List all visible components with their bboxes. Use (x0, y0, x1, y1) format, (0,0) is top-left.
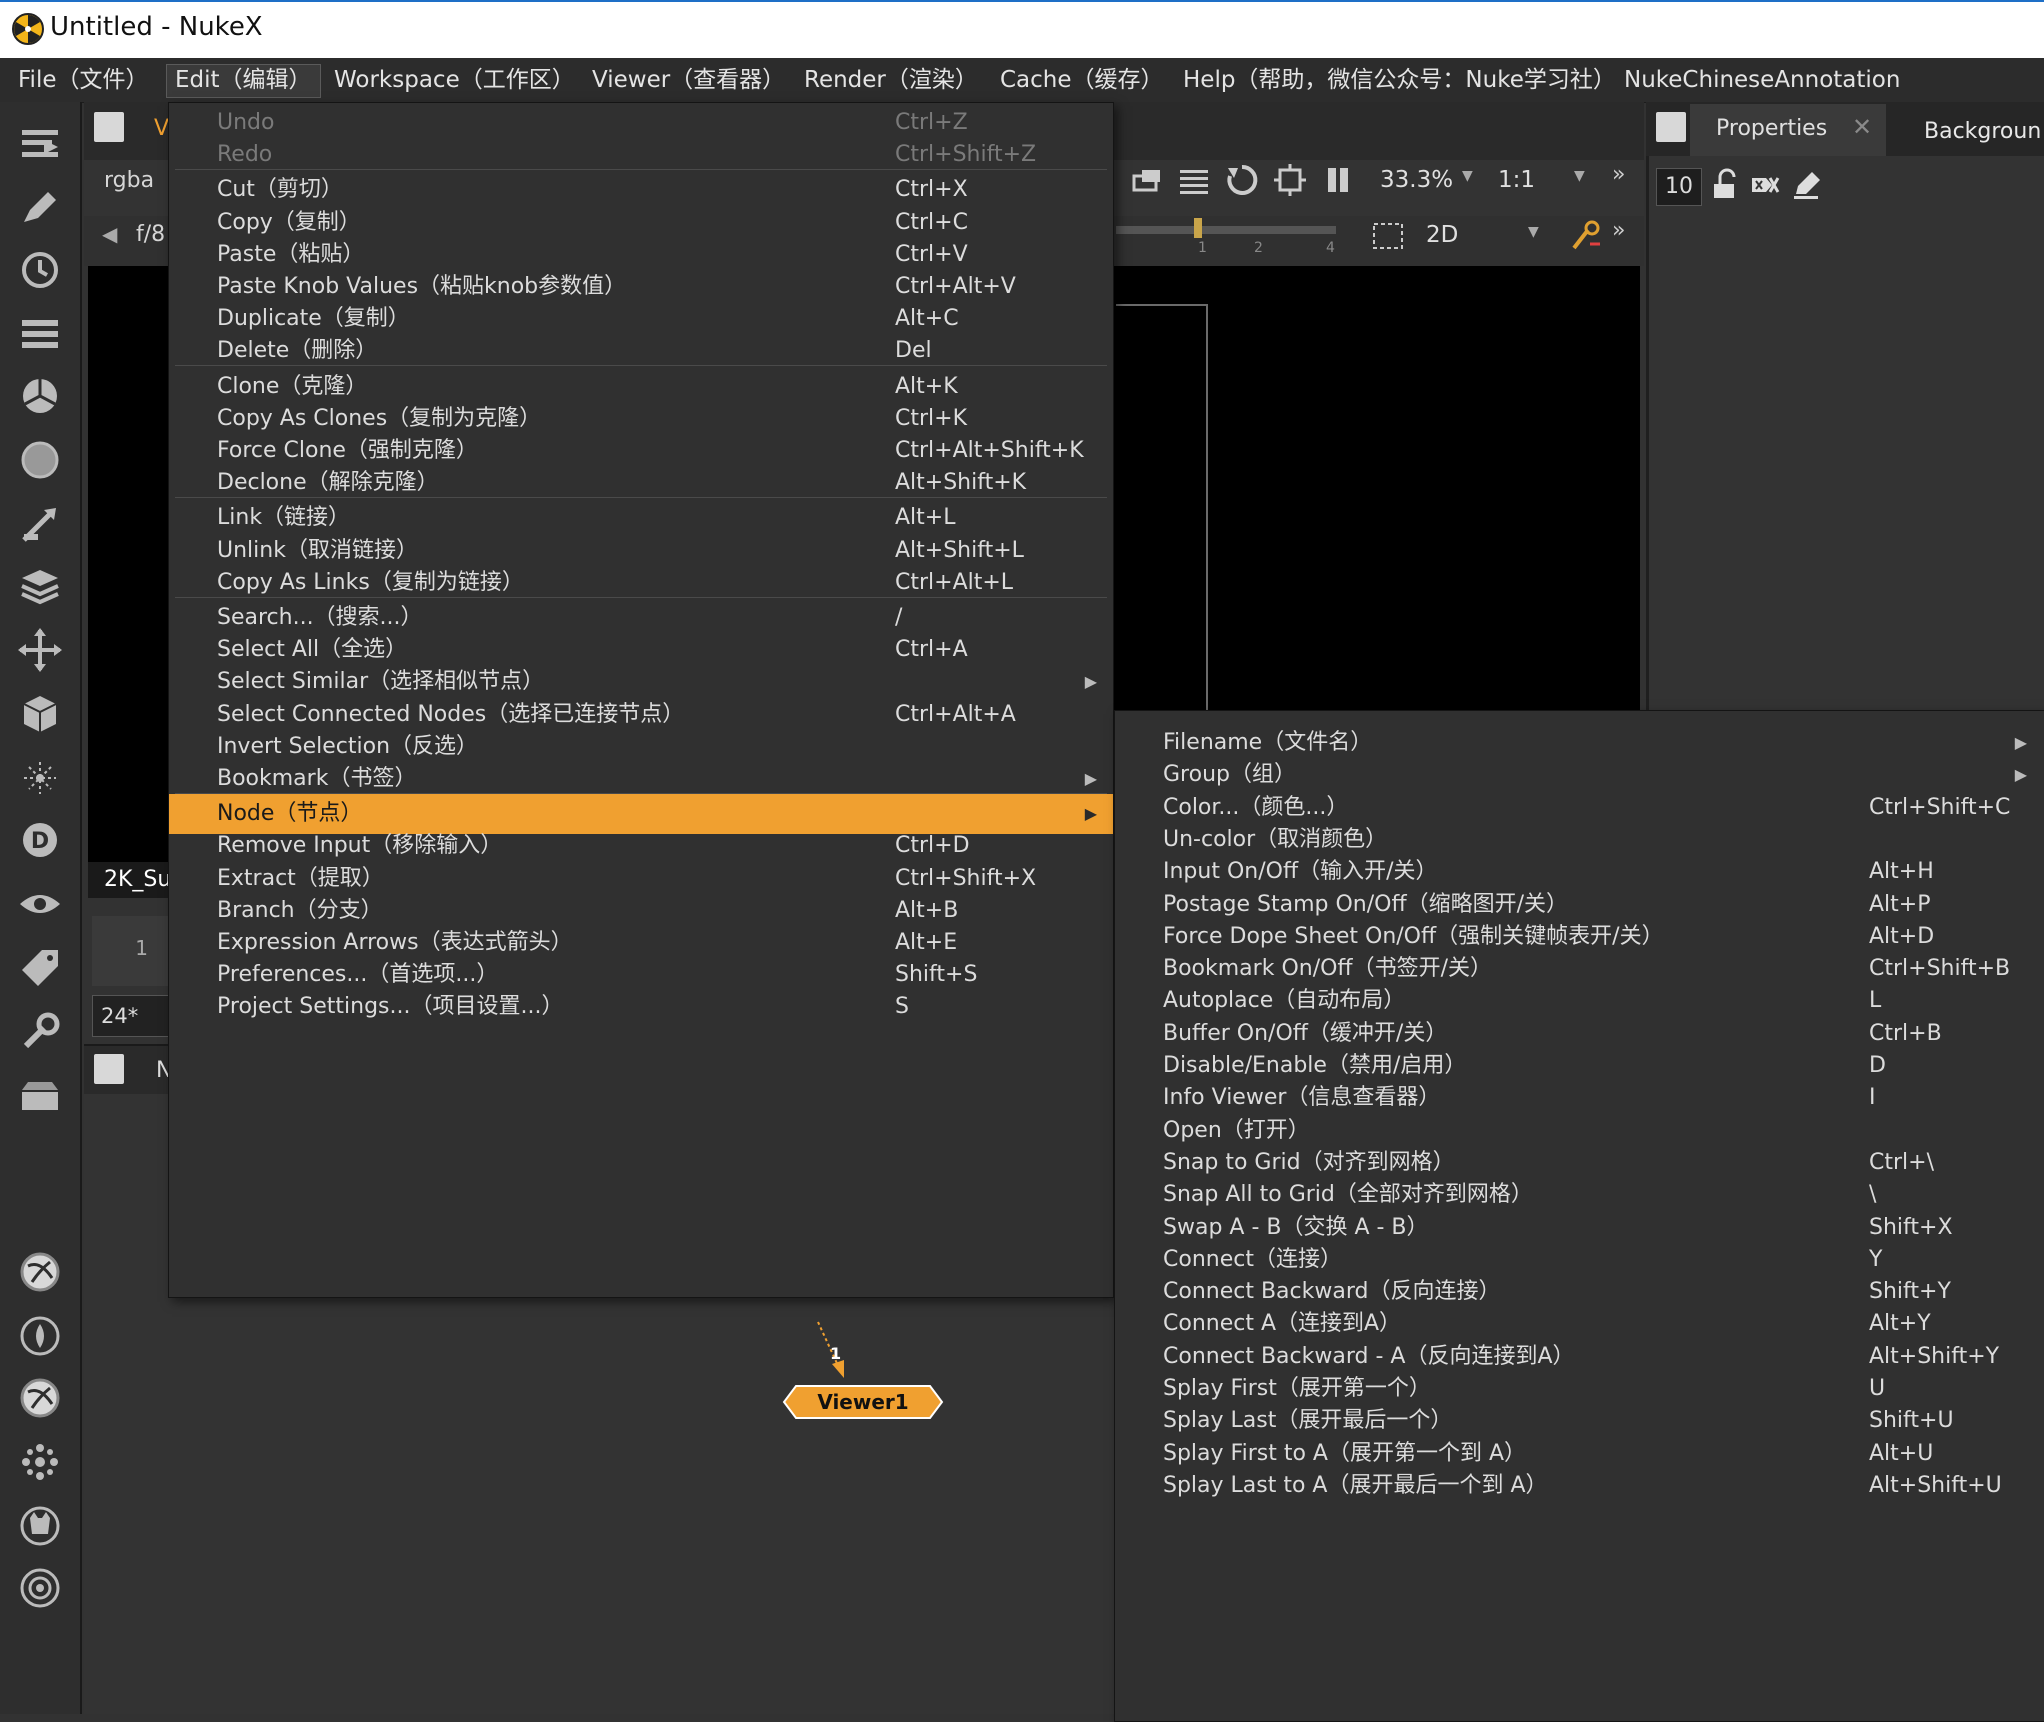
menu-item-label: Project Settings...（项目设置...） (217, 994, 564, 1020)
soft-effects-icon[interactable] (1568, 218, 1604, 254)
fstop-label: f/8 (136, 222, 166, 247)
image-icon[interactable] (14, 118, 66, 170)
menu-item-splay-last-to-a[interactable]: Splay Last to A（展开最后一个到 A） Alt+Shift+U (1115, 1466, 2044, 1506)
viewer-node[interactable]: Viewer1 (782, 1384, 944, 1420)
gain-left-arrow-icon[interactable]: ◀ (102, 222, 117, 246)
title-bar (0, 0, 2044, 60)
ratio-dropdown[interactable]: 1:1 (1498, 167, 1535, 193)
menu-workspace[interactable]: Workspace（工作区） (326, 64, 583, 96)
view-mode-chevron-down-icon[interactable]: ▼ (1528, 224, 1539, 240)
menu-file[interactable]: File（文件） (10, 64, 157, 96)
cattery-icon[interactable] (14, 1562, 66, 1614)
zoom-chevron-down-icon[interactable]: ▼ (1462, 168, 1473, 184)
channel-icon[interactable] (14, 308, 66, 360)
slider-tick-4: 4 (1326, 240, 1335, 256)
channels-dropdown[interactable]: rgba (104, 168, 154, 193)
deep-icon[interactable]: D (14, 814, 66, 866)
max-panels-field[interactable]: 10 (1656, 168, 1702, 206)
draw-icon[interactable] (14, 182, 66, 234)
other-icon[interactable] (14, 1070, 66, 1122)
nuke-more-icon[interactable] (14, 1436, 66, 1488)
ocula-icon[interactable] (14, 1372, 66, 1424)
furnace-icon[interactable] (14, 1246, 66, 1298)
gamma-slider[interactable] (1116, 226, 1336, 234)
lock-icon[interactable] (1708, 168, 1742, 202)
cara-icon[interactable] (14, 1500, 66, 1552)
clear-panels-icon[interactable] (1748, 168, 1782, 202)
wipe-icon[interactable] (1128, 162, 1164, 198)
node-submenu: Filename（文件名） ▶ Group（组） ▶ Color...（颜色...） Ct… (1114, 710, 2044, 1722)
crop-region-icon[interactable] (1370, 218, 1406, 254)
refresh-icon[interactable] (1224, 162, 1260, 198)
menu-viewer[interactable]: Viewer（查看器） (584, 64, 793, 96)
menu-bar: File（文件） Edit（编辑） Workspace（工作区） Viewer（… (0, 58, 2044, 103)
properties-panel-menu-icon[interactable] (1656, 112, 1686, 142)
nodes-toolbar: D (0, 102, 82, 1714)
color-icon[interactable] (14, 370, 66, 422)
menu-edit[interactable]: Edit（编辑） (166, 64, 321, 98)
fps-field[interactable]: 24* (92, 995, 180, 1037)
background-tab[interactable]: Backgroun (1924, 119, 2041, 144)
metadata-icon[interactable] (14, 942, 66, 994)
gamma-slider-handle[interactable] (1194, 218, 1202, 238)
time-icon[interactable] (14, 244, 66, 296)
list-icon[interactable] (1176, 162, 1212, 198)
viewer-tab[interactable]: V (154, 116, 169, 141)
slider-tick-1: 1 (1198, 240, 1207, 256)
ratio-chevron-down-icon[interactable]: ▼ (1574, 168, 1585, 184)
menu-help[interactable]: Help（帮助，微信公众号：Nuke学习社） (1175, 64, 1624, 96)
menu-item-label: Splay Last to A（展开最后一个到 A） (1163, 1472, 1548, 1498)
expand-toolbar-icon[interactable]: » (1612, 162, 1625, 187)
edit-menu: Undo Ctrl+Z Redo Ctrl+Shift+Z Cut（剪切） Ctrl+X C… (168, 102, 1114, 1298)
menu-item-project-settings[interactable]: Project Settings...（项目设置...） S (169, 987, 1113, 1027)
menu-item-shortcut: Alt+Shift+U (1869, 1472, 2002, 1498)
properties-tab-label: Properties (1716, 116, 1828, 141)
filter-icon[interactable] (14, 434, 66, 486)
pause-icon[interactable] (1320, 162, 1356, 198)
3d-icon[interactable] (14, 688, 66, 740)
keyer-icon[interactable] (14, 498, 66, 550)
input-number: 1 (830, 1344, 842, 1363)
nuke-logo-icon (12, 13, 44, 45)
viewer-panel-menu-icon[interactable] (94, 112, 124, 142)
nuke-tools-icon[interactable] (14, 1310, 66, 1362)
zoom-dropdown[interactable]: 33.3% (1380, 167, 1453, 193)
slider-tick-2: 2 (1254, 240, 1263, 256)
menu-nuke-chinese-annotation[interactable]: NukeChineseAnnotation (1616, 64, 1908, 96)
edit-pencil-icon[interactable] (1790, 168, 1824, 202)
roi-icon[interactable] (1272, 162, 1308, 198)
node-graph-panel-menu-icon[interactable] (94, 1054, 124, 1084)
view-mode-dropdown[interactable]: 2D (1426, 222, 1458, 248)
window-title: Untitled - NukeX (50, 12, 263, 42)
svg-text:D: D (31, 829, 49, 854)
menu-render[interactable]: Render（渲染） (796, 64, 986, 96)
transform-icon[interactable] (14, 624, 66, 676)
menu-cache[interactable]: Cache（缓存） (992, 64, 1172, 96)
merge-icon[interactable] (14, 560, 66, 612)
expand-toolbar-2-icon[interactable]: » (1612, 218, 1625, 243)
current-frame[interactable]: 1 (92, 936, 148, 960)
format-boundary (1116, 304, 1208, 716)
close-icon[interactable]: ✕ (1852, 113, 1872, 141)
toolsets-icon[interactable] (14, 1006, 66, 1058)
views-icon[interactable] (14, 878, 66, 930)
menu-item-shortcut: S (895, 994, 909, 1020)
particles-icon[interactable] (14, 752, 66, 804)
